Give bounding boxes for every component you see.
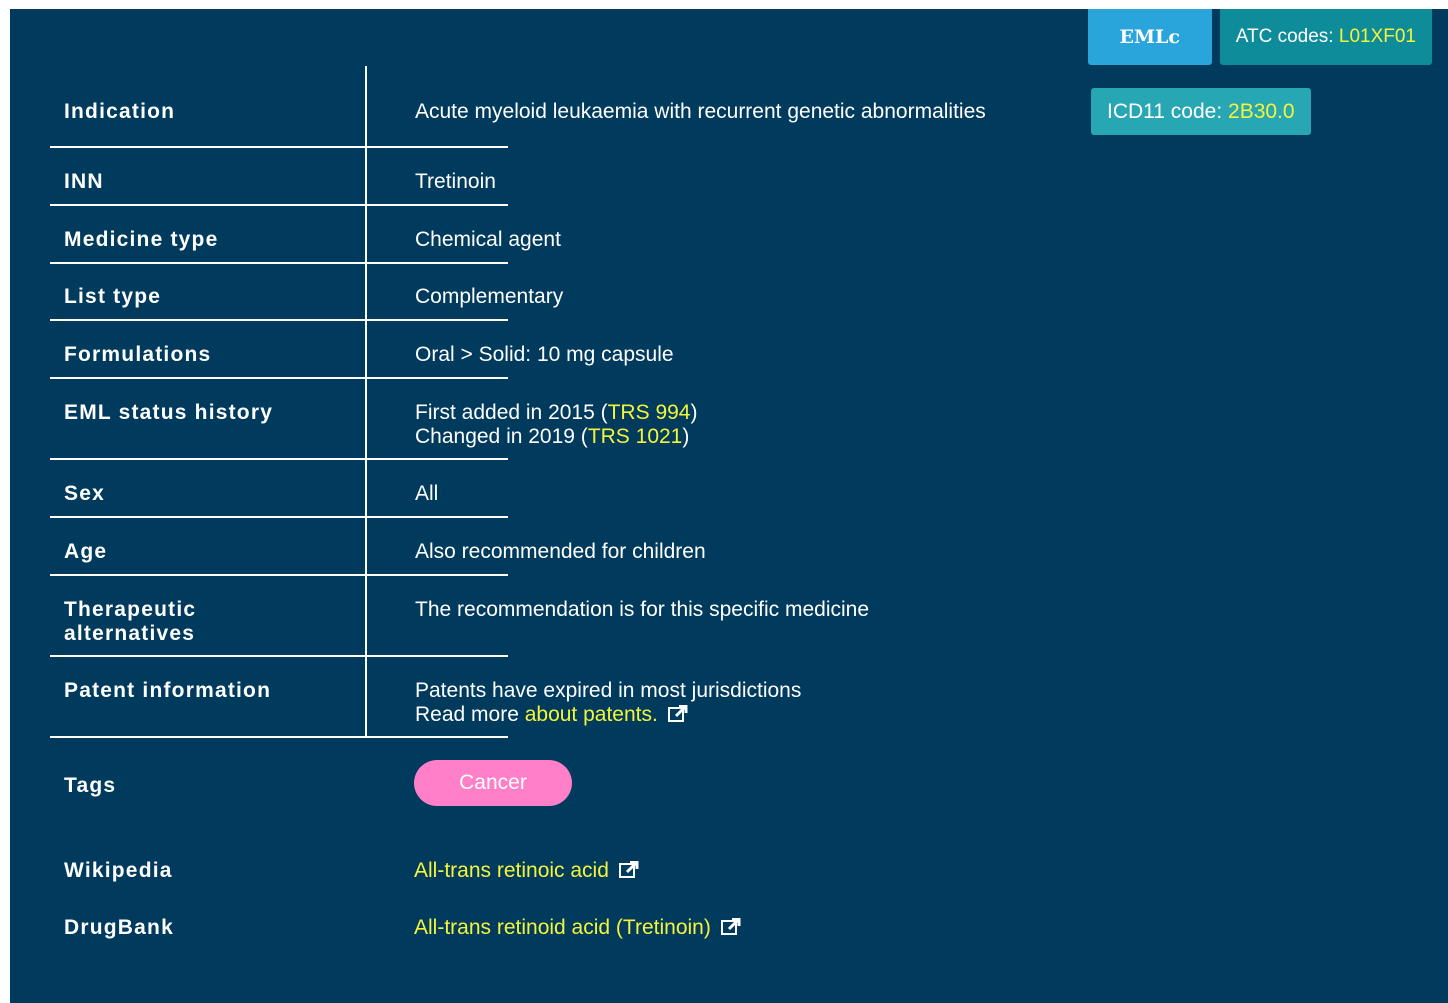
row-divider [50, 574, 508, 576]
indication-label: Indication [64, 100, 176, 123]
age-label: Age [64, 540, 108, 563]
column-divider [365, 66, 367, 738]
row-divider [50, 736, 508, 738]
patent-status-text: Patents have expired in most jurisdictio… [415, 679, 802, 702]
status-history-value: First added in 2015 (TRS 994) Changed in… [415, 401, 697, 449]
sex-label: Sex [64, 482, 105, 505]
top-badges: EMLc ATC codes: L01XF01 [1087, 9, 1432, 65]
medicine-type-value: Chemical agent [415, 228, 561, 251]
formulations-label: Formulations [64, 343, 212, 366]
row-divider [50, 146, 508, 148]
row-divider [50, 204, 508, 206]
cancer-tag[interactable]: Cancer [414, 760, 572, 806]
therapeutic-alternatives-label: Therapeutic alternatives [64, 598, 197, 645]
icd11-code-badge: ICD11 code: 2B30.0 [1091, 88, 1311, 135]
formulations-value: Oral > Solid: 10 mg capsule [415, 343, 674, 366]
sex-value: All [415, 482, 439, 505]
external-link-icon[interactable] [667, 704, 688, 729]
status-history-label: EML status history [64, 401, 274, 424]
wikipedia-link[interactable]: All-trans retinoic acid [414, 859, 609, 882]
status-history-line-added: First added in 2015 (TRS 994) [415, 401, 698, 424]
row-divider [50, 319, 508, 321]
list-type-value: Complementary [415, 285, 564, 308]
wikipedia-label: Wikipedia [64, 859, 173, 882]
about-patents-link[interactable]: about patents. [525, 703, 658, 726]
atc-code-link[interactable]: L01XF01 [1339, 26, 1416, 48]
row-divider [50, 516, 508, 518]
inn-label: INN [64, 170, 104, 193]
therapeutic-alternatives-value: The recommendation is for this specific … [415, 598, 870, 621]
atc-label: ATC codes: [1235, 26, 1334, 47]
eml-list-badge[interactable]: EMLc [1087, 9, 1212, 65]
icd-label: ICD11 code: [1107, 99, 1223, 123]
status-history-line-changed: Changed in 2019 (TRS 1021) [415, 425, 690, 448]
list-type-label: List type [64, 285, 162, 308]
row-divider [50, 655, 508, 657]
external-link-icon[interactable] [618, 860, 639, 885]
atc-codes-badge: ATC codes: L01XF01 [1219, 9, 1432, 65]
drugbank-link[interactable]: All-trans retinoid acid (Tretinoin) [414, 916, 711, 939]
indication-value: Acute myeloid leukaemia with recurrent g… [415, 100, 986, 123]
row-divider [50, 458, 508, 460]
icd-code-link[interactable]: 2B30.0 [1228, 100, 1295, 124]
patent-information-label: Patent information [64, 679, 272, 702]
medicine-type-label: Medicine type [64, 228, 219, 251]
age-value: Also recommended for children [415, 540, 706, 563]
inn-value: Tretinoin [415, 170, 496, 193]
trs-994-link[interactable]: TRS 994 [608, 401, 691, 424]
row-divider [50, 377, 508, 379]
patent-information-value: Patents have expired in most jurisdictio… [415, 679, 801, 729]
drugbank-label: DrugBank [64, 916, 174, 939]
tags-label: Tags [64, 774, 117, 797]
trs-1021-link[interactable]: TRS 1021 [588, 425, 683, 448]
row-divider [50, 262, 508, 264]
patent-read-more: Read more about patents. [415, 703, 801, 729]
medicine-detail-panel: EMLc ATC codes: L01XF01 Indication Acute… [10, 9, 1448, 1003]
wikipedia-value: All-trans retinoic acid [414, 859, 639, 885]
drugbank-value: All-trans retinoid acid (Tretinoin) [414, 916, 741, 942]
external-link-icon[interactable] [720, 917, 741, 942]
